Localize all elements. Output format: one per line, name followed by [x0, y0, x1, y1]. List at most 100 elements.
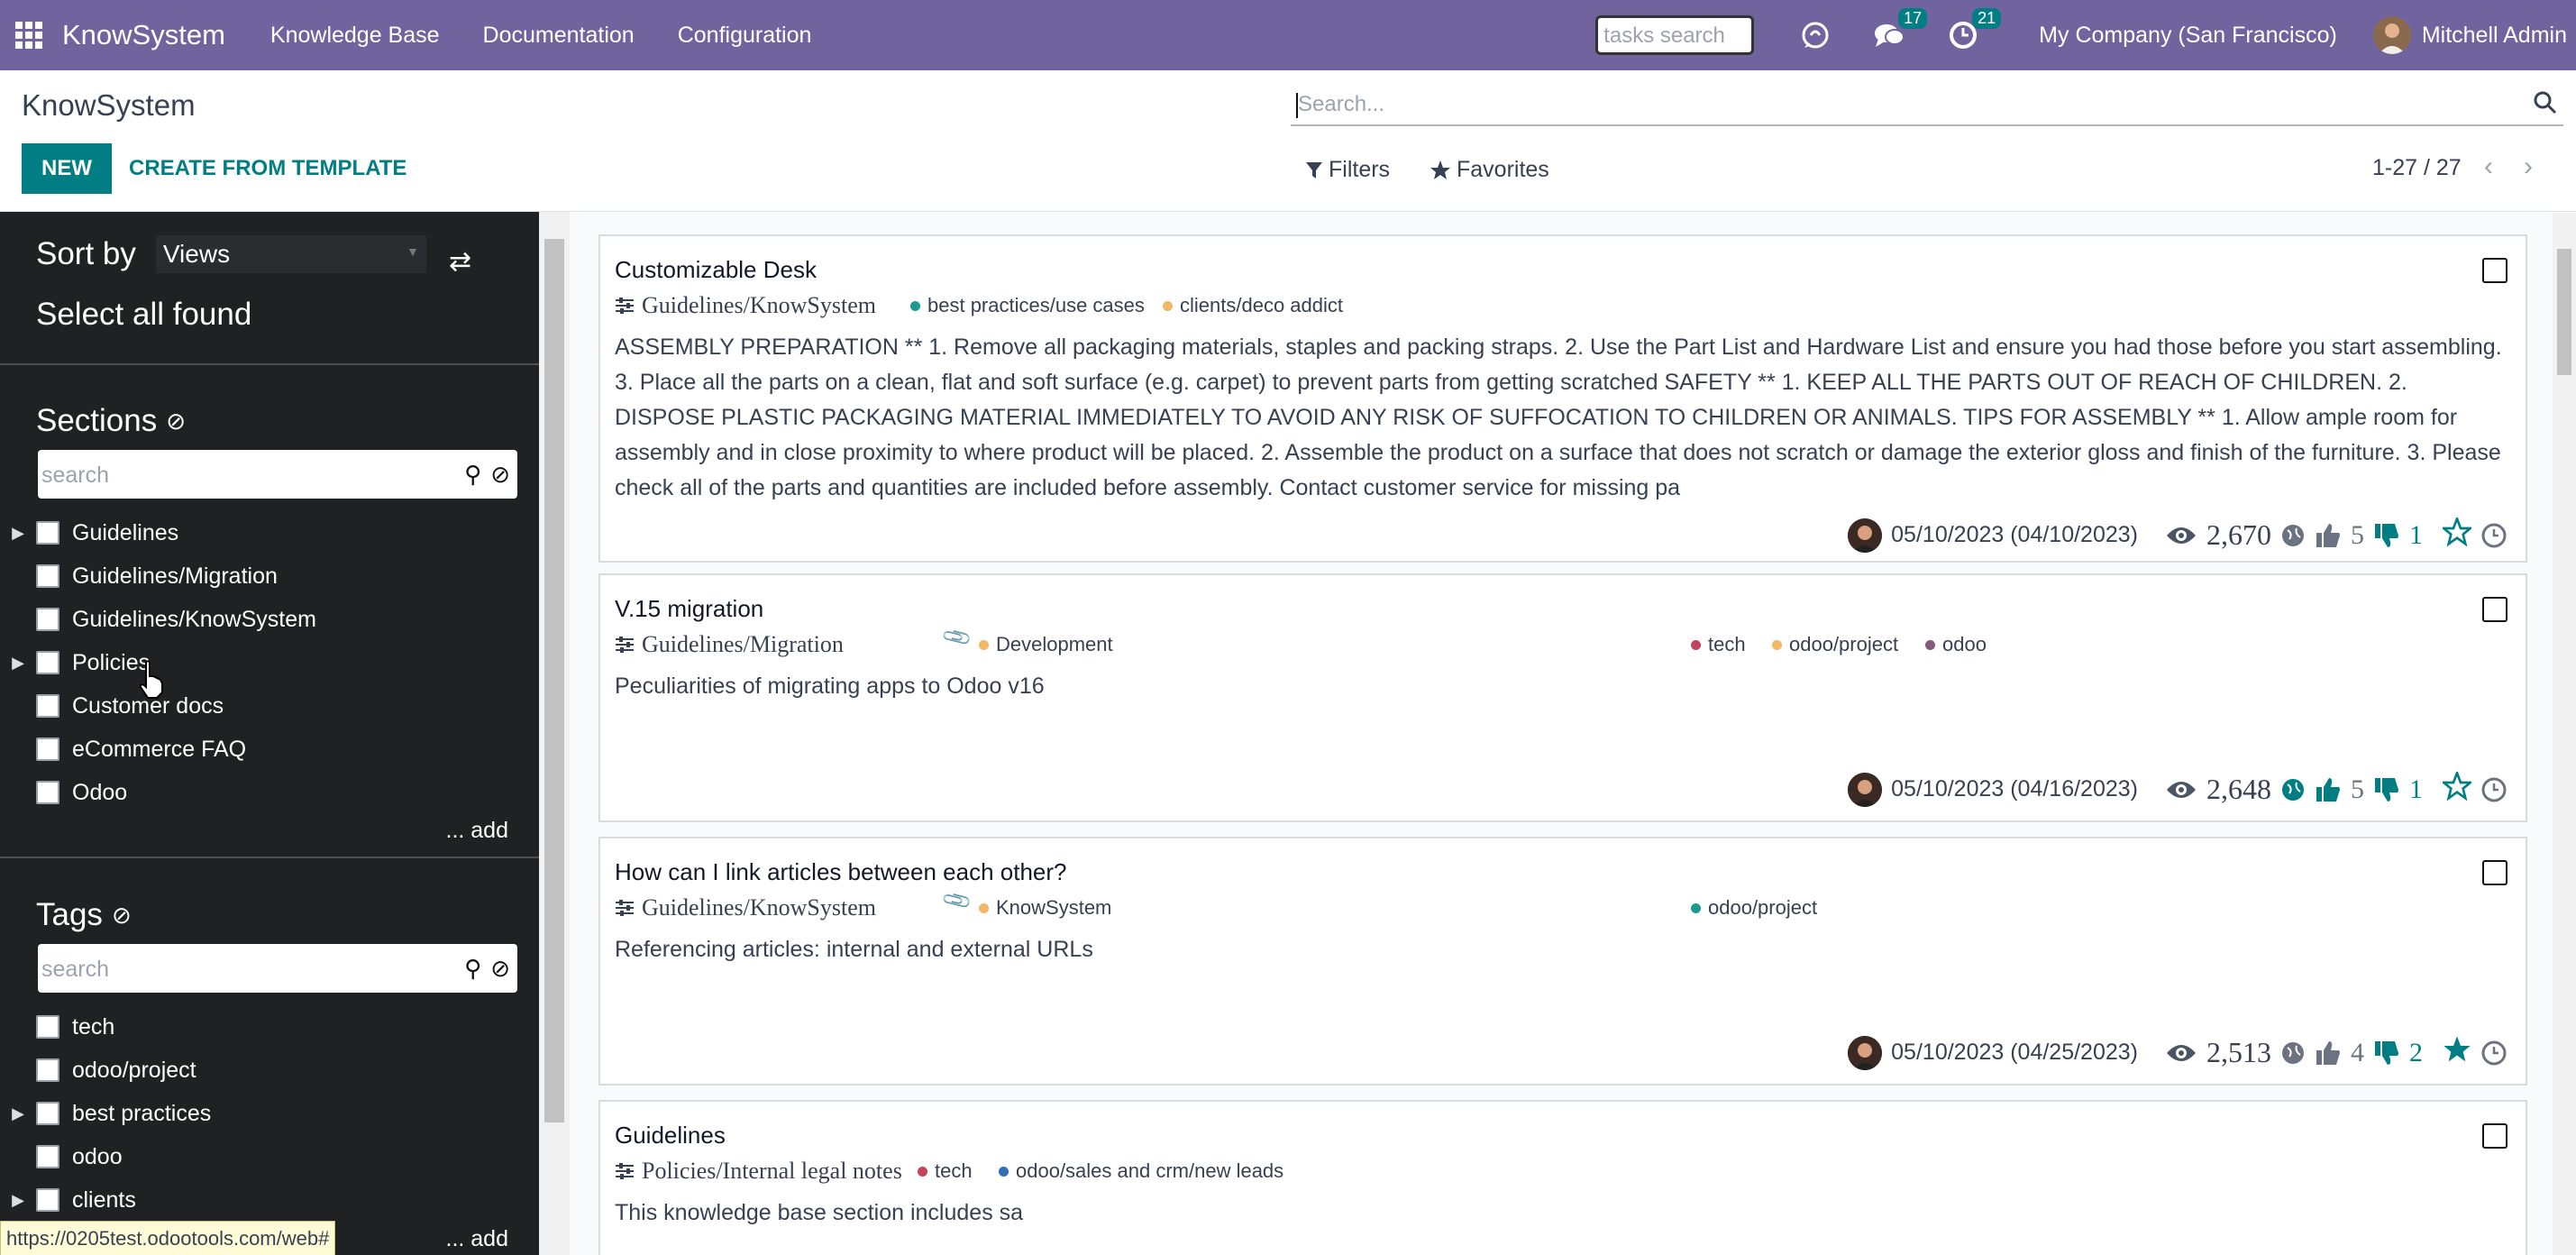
section-label[interactable]: Guidelines	[72, 520, 178, 546]
section-label[interactable]: eCommerce FAQ	[72, 737, 246, 763]
menu-configuration[interactable]: Configuration	[678, 23, 812, 49]
tag-checkbox[interactable]	[36, 1102, 59, 1125]
article-tag[interactable]: best practices/use cases	[910, 294, 1145, 317]
section-item[interactable]: Guidelines/Migration	[0, 556, 278, 596]
sort-direction-toggle-icon[interactable]: ⇄	[449, 246, 471, 278]
user-menu[interactable]: Mitchell Admin	[2422, 23, 2567, 49]
tag-checkbox[interactable]	[36, 1188, 59, 1212]
article-tag[interactable]: tech	[1691, 633, 1746, 656]
pager-next-icon[interactable]: ›	[2524, 151, 2533, 182]
clock-icon[interactable]	[2480, 522, 2507, 549]
thumbs-up-icon[interactable]	[2315, 776, 2342, 803]
clear-icon[interactable]: ⊘	[490, 461, 510, 489]
tag-label[interactable]: odoo	[72, 1144, 123, 1170]
section-item[interactable]: ▶ Policies	[0, 643, 150, 682]
tag-item[interactable]: odoo/project	[0, 1050, 196, 1090]
create-from-template-button[interactable]: CREATE FROM TEMPLATE	[129, 143, 406, 194]
article-tag[interactable]: tech	[918, 1159, 973, 1183]
clear-sections-icon[interactable]: ⊘	[166, 408, 186, 435]
section-checkbox[interactable]	[36, 781, 59, 804]
refresh-chat-icon[interactable]	[1799, 19, 1832, 51]
caret-right-icon[interactable]: ▶	[0, 1104, 36, 1123]
article-tag[interactable]: clients/deco addict	[1163, 294, 1343, 317]
menu-documentation[interactable]: Documentation	[483, 23, 635, 49]
thumbs-up-icon[interactable]	[2315, 1040, 2342, 1067]
section-checkbox[interactable]	[36, 608, 59, 631]
favorite-star-icon[interactable]	[2443, 1035, 2471, 1064]
article-select-checkbox[interactable]	[2482, 258, 2507, 283]
thumbs-down-icon[interactable]	[2373, 776, 2400, 803]
thumbs-up-icon[interactable]	[2315, 522, 2342, 549]
thumbs-down-icon[interactable]	[2373, 1040, 2400, 1067]
clear-tags-icon[interactable]: ⊘	[112, 902, 132, 930]
globe-icon[interactable]	[2280, 777, 2306, 802]
app-brand[interactable]: KnowSystem	[62, 19, 225, 51]
clear-icon[interactable]: ⊘	[490, 955, 510, 983]
menu-knowledge-base[interactable]: Knowledge Base	[270, 23, 440, 49]
tag-item[interactable]: odoo	[0, 1137, 123, 1177]
user-avatar[interactable]	[2372, 16, 2411, 54]
article-select-checkbox[interactable]	[2482, 1123, 2507, 1149]
pager-previous-icon[interactable]: ‹	[2484, 151, 2493, 182]
section-label[interactable]: Odoo	[72, 780, 127, 806]
section-checkbox[interactable]	[36, 651, 59, 674]
tag-label[interactable]: tech	[72, 1014, 114, 1040]
search-icon[interactable]: ⚲	[464, 461, 481, 489]
globe-icon[interactable]	[2280, 1040, 2306, 1066]
article-title[interactable]: How can I link articles between each oth…	[615, 858, 1067, 886]
article-select-checkbox[interactable]	[2482, 860, 2507, 885]
sidebar-scrollbar[interactable]	[539, 212, 570, 1255]
search-input[interactable]: Search...	[1291, 83, 2563, 126]
tag-item[interactable]: ▶ clients	[0, 1180, 136, 1220]
article-tag[interactable]: odoo/project	[1772, 633, 1898, 656]
thumbs-down-icon[interactable]	[2373, 522, 2400, 549]
tag-label[interactable]: best practices	[72, 1101, 211, 1127]
tag-checkbox[interactable]	[36, 1058, 59, 1082]
clock-icon[interactable]	[2480, 1040, 2507, 1067]
tags-add-link[interactable]: ... add	[446, 1226, 509, 1252]
article-card[interactable]: V.15 migration Guidelines/Migration 📎 Deve…	[598, 573, 2527, 822]
section-label[interactable]: Guidelines/Migration	[72, 563, 278, 590]
section-item[interactable]: Odoo	[0, 773, 127, 812]
section-checkbox[interactable]	[36, 694, 59, 718]
caret-right-icon[interactable]: ▶	[0, 654, 36, 673]
article-card[interactable]: Customizable Desk Guidelines/KnowSystem b…	[598, 234, 2527, 563]
favorites-button[interactable]: Favorites	[1430, 157, 1549, 183]
article-tag[interactable]: odoo/project	[1691, 896, 1817, 920]
section-checkbox[interactable]	[36, 564, 59, 588]
sort-select[interactable]: Views ▼	[155, 235, 426, 273]
article-card[interactable]: How can I link articles between each oth…	[598, 837, 2527, 1086]
article-select-checkbox[interactable]	[2482, 597, 2507, 622]
article-title[interactable]: Customizable Desk	[615, 256, 817, 284]
section-item[interactable]: eCommerce FAQ	[0, 729, 246, 769]
favorite-star-icon[interactable]	[2440, 515, 2474, 547]
filters-button[interactable]: Filters	[1305, 157, 1390, 183]
tag-item[interactable]: ▶ best practices	[0, 1094, 211, 1133]
tasks-search-input[interactable]: tasks search	[1595, 15, 1755, 55]
search-icon[interactable]: ⚲	[464, 955, 481, 983]
article-title[interactable]: Guidelines	[615, 1122, 726, 1150]
article-tag[interactable]: odoo/sales and crm/new leads	[999, 1159, 1283, 1183]
article-title[interactable]: V.15 migration	[615, 595, 763, 623]
activities-clock-icon[interactable]: 21	[1947, 8, 2002, 51]
caret-right-icon[interactable]: ▶	[0, 524, 36, 543]
clock-icon[interactable]	[2480, 776, 2507, 803]
messages-icon[interactable]: 17	[1873, 8, 1928, 51]
tag-item[interactable]: tech	[0, 1007, 114, 1047]
tag-checkbox[interactable]	[36, 1015, 59, 1039]
select-all-link[interactable]: Select all found	[36, 297, 251, 333]
section-label[interactable]: Guidelines/KnowSystem	[72, 607, 316, 633]
article-tag[interactable]: odoo	[1925, 633, 1987, 656]
tags-search-input[interactable]: search ⚲ ⊘	[38, 944, 517, 993]
caret-right-icon[interactable]: ▶	[0, 1191, 36, 1210]
article-card[interactable]: Guidelines Policies/Internal legal notes…	[598, 1100, 2527, 1255]
main-scrollbar[interactable]	[2553, 213, 2576, 1255]
section-item[interactable]: Guidelines/KnowSystem	[0, 600, 316, 639]
tag-label[interactable]: clients	[72, 1187, 136, 1214]
pager-value[interactable]: 1-27 / 27	[2372, 155, 2462, 181]
sections-add-link[interactable]: ... add	[446, 818, 509, 844]
sections-search-input[interactable]: search ⚲ ⊘	[38, 450, 517, 499]
article-tag[interactable]: Development	[979, 633, 1113, 656]
section-checkbox[interactable]	[36, 737, 59, 761]
new-button[interactable]: NEW	[22, 143, 112, 194]
